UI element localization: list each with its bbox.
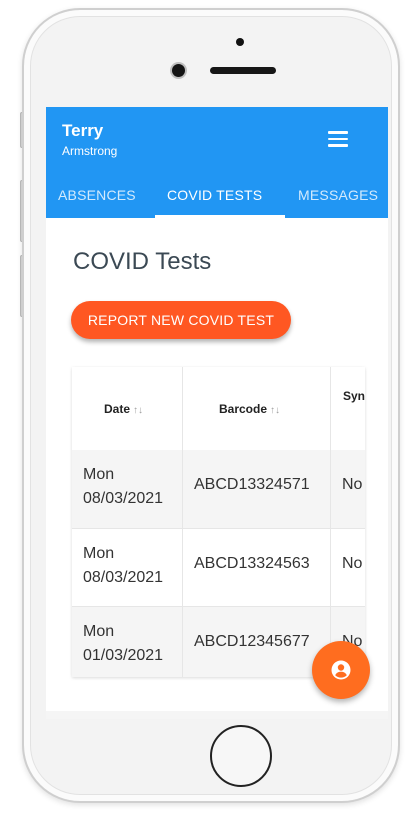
app-bar: Terry Armstrong ABSENCES COVID TESTS MES… bbox=[46, 107, 388, 218]
earpiece-speaker bbox=[210, 67, 276, 74]
row-barcode: ABCD13324563 bbox=[194, 555, 310, 572]
tab-bar: ABSENCES COVID TESTS MESSAGES bbox=[46, 179, 388, 218]
sort-arrows-icon[interactable]: ↑↓ bbox=[133, 405, 143, 416]
header-symptoms-label: Syn bbox=[343, 389, 365, 403]
header-date-cell[interactable]: Date ↑↓ bbox=[72, 367, 183, 450]
covid-tests-table: Date ↑↓ Barcode ↑↓ Syn Mon 08/03/2021 ABCD1… bbox=[72, 367, 365, 677]
report-new-covid-test-button[interactable]: REPORT NEW COVID TEST bbox=[71, 301, 291, 339]
row-day: Mon bbox=[83, 466, 115, 483]
row-symptoms: No bbox=[342, 555, 363, 572]
header-barcode-cell[interactable]: Barcode ↑↓ bbox=[183, 367, 331, 450]
sensor-dot bbox=[236, 38, 244, 46]
hamburger-menu-icon[interactable] bbox=[328, 131, 348, 147]
row-symptoms: No bbox=[342, 476, 363, 493]
header-symptoms-cell[interactable]: Syn bbox=[331, 367, 365, 450]
row-date: 08/03/2021 bbox=[83, 569, 164, 586]
row-day: Mon bbox=[83, 623, 115, 640]
front-camera bbox=[172, 64, 185, 77]
row-barcode: ABCD13324571 bbox=[194, 476, 310, 493]
table-row[interactable]: Mon 08/03/2021 ABCD13324563 No bbox=[72, 528, 365, 607]
page-title: COVID Tests bbox=[73, 248, 212, 275]
row-barcode: ABCD12345677 bbox=[194, 633, 310, 650]
user-first-name: Terry bbox=[62, 121, 104, 140]
row-date: 08/03/2021 bbox=[83, 490, 164, 507]
app-screen: Terry Armstrong ABSENCES COVID TESTS MES… bbox=[46, 107, 388, 719]
tab-absences[interactable]: ABSENCES bbox=[58, 187, 136, 203]
account-circle-icon bbox=[331, 660, 351, 680]
row-day: Mon bbox=[83, 545, 115, 562]
tab-covid-tests[interactable]: COVID TESTS bbox=[167, 187, 262, 203]
home-button[interactable] bbox=[210, 725, 272, 787]
header-date-label: Date bbox=[104, 402, 131, 416]
sort-arrows-icon[interactable]: ↑↓ bbox=[270, 405, 280, 416]
table-row[interactable]: Mon 08/03/2021 ABCD13324571 No bbox=[72, 450, 365, 528]
user-last-name: Armstrong bbox=[62, 144, 118, 158]
header-barcode-label: Barcode bbox=[219, 402, 268, 416]
content-card: COVID Tests REPORT NEW COVID TEST Date ↑↓… bbox=[46, 218, 388, 711]
row-date: 01/03/2021 bbox=[83, 647, 164, 664]
table-header-row: Date ↑↓ Barcode ↑↓ Syn bbox=[72, 367, 365, 450]
account-fab-button[interactable] bbox=[312, 641, 370, 699]
tab-messages[interactable]: MESSAGES bbox=[298, 187, 378, 203]
